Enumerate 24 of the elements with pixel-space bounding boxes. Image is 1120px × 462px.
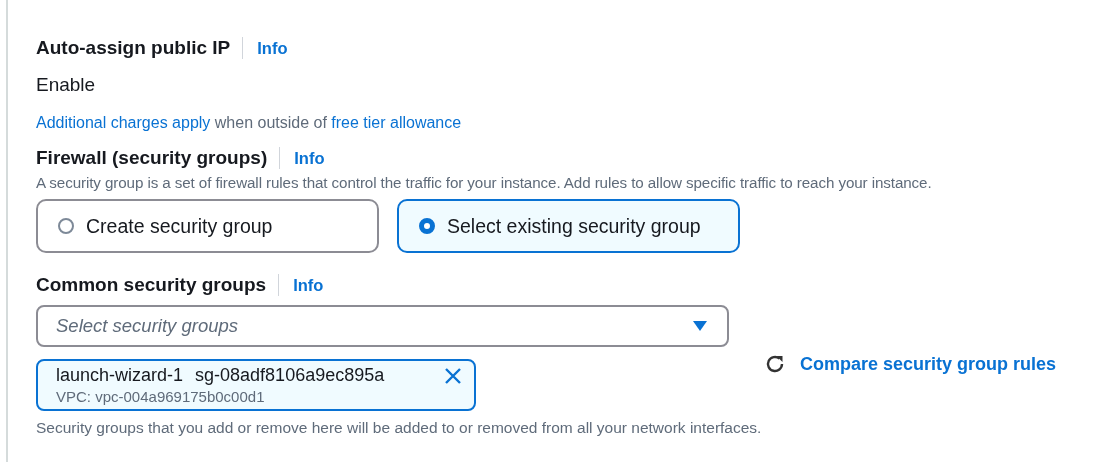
note-link[interactable]: Additional charges apply [36, 114, 211, 131]
refresh-icon[interactable] [764, 353, 786, 375]
chip-id: sg-08adf8106a9ec895a [195, 365, 385, 386]
help-text: Security groups that you add or remove here will be added to or removed from all your network interfaces. [36, 419, 763, 437]
close-icon[interactable] [444, 366, 462, 385]
field-label: Auto-assign public IP [36, 37, 231, 59]
field-label: Firewall (security groups) [36, 147, 268, 169]
radio-tile[interactable]: Create security group [36, 199, 379, 253]
chip-vpc: VPC: vpc-004a969175b0c00d1 [56, 388, 266, 405]
radio-button[interactable] [419, 218, 435, 234]
field-description: A security group is a set of firewall rules that control the traffic for your instance. Add rules to allow specific traffic to reach your instance. [36, 174, 933, 191]
info-link[interactable]: Info [294, 148, 325, 168]
radio-tile[interactable]: Select existing security group [397, 199, 740, 253]
radio-button[interactable] [58, 218, 74, 234]
caret-icon [693, 321, 707, 331]
select-field[interactable]: Select security groups [36, 305, 729, 347]
compare-rules-link[interactable]: Compare security group rules [800, 353, 1057, 375]
info-link[interactable]: Info [257, 38, 288, 58]
charges-note: Additional charges apply when outside of free tier allowance [36, 114, 463, 132]
field-label: Common security groups [36, 274, 267, 296]
chip-name: launch-wizard-1 [56, 365, 184, 386]
note-link[interactable]: free tier allowance [331, 114, 462, 131]
info-link[interactable]: Info [293, 275, 324, 295]
field-value: Enable [36, 74, 97, 96]
